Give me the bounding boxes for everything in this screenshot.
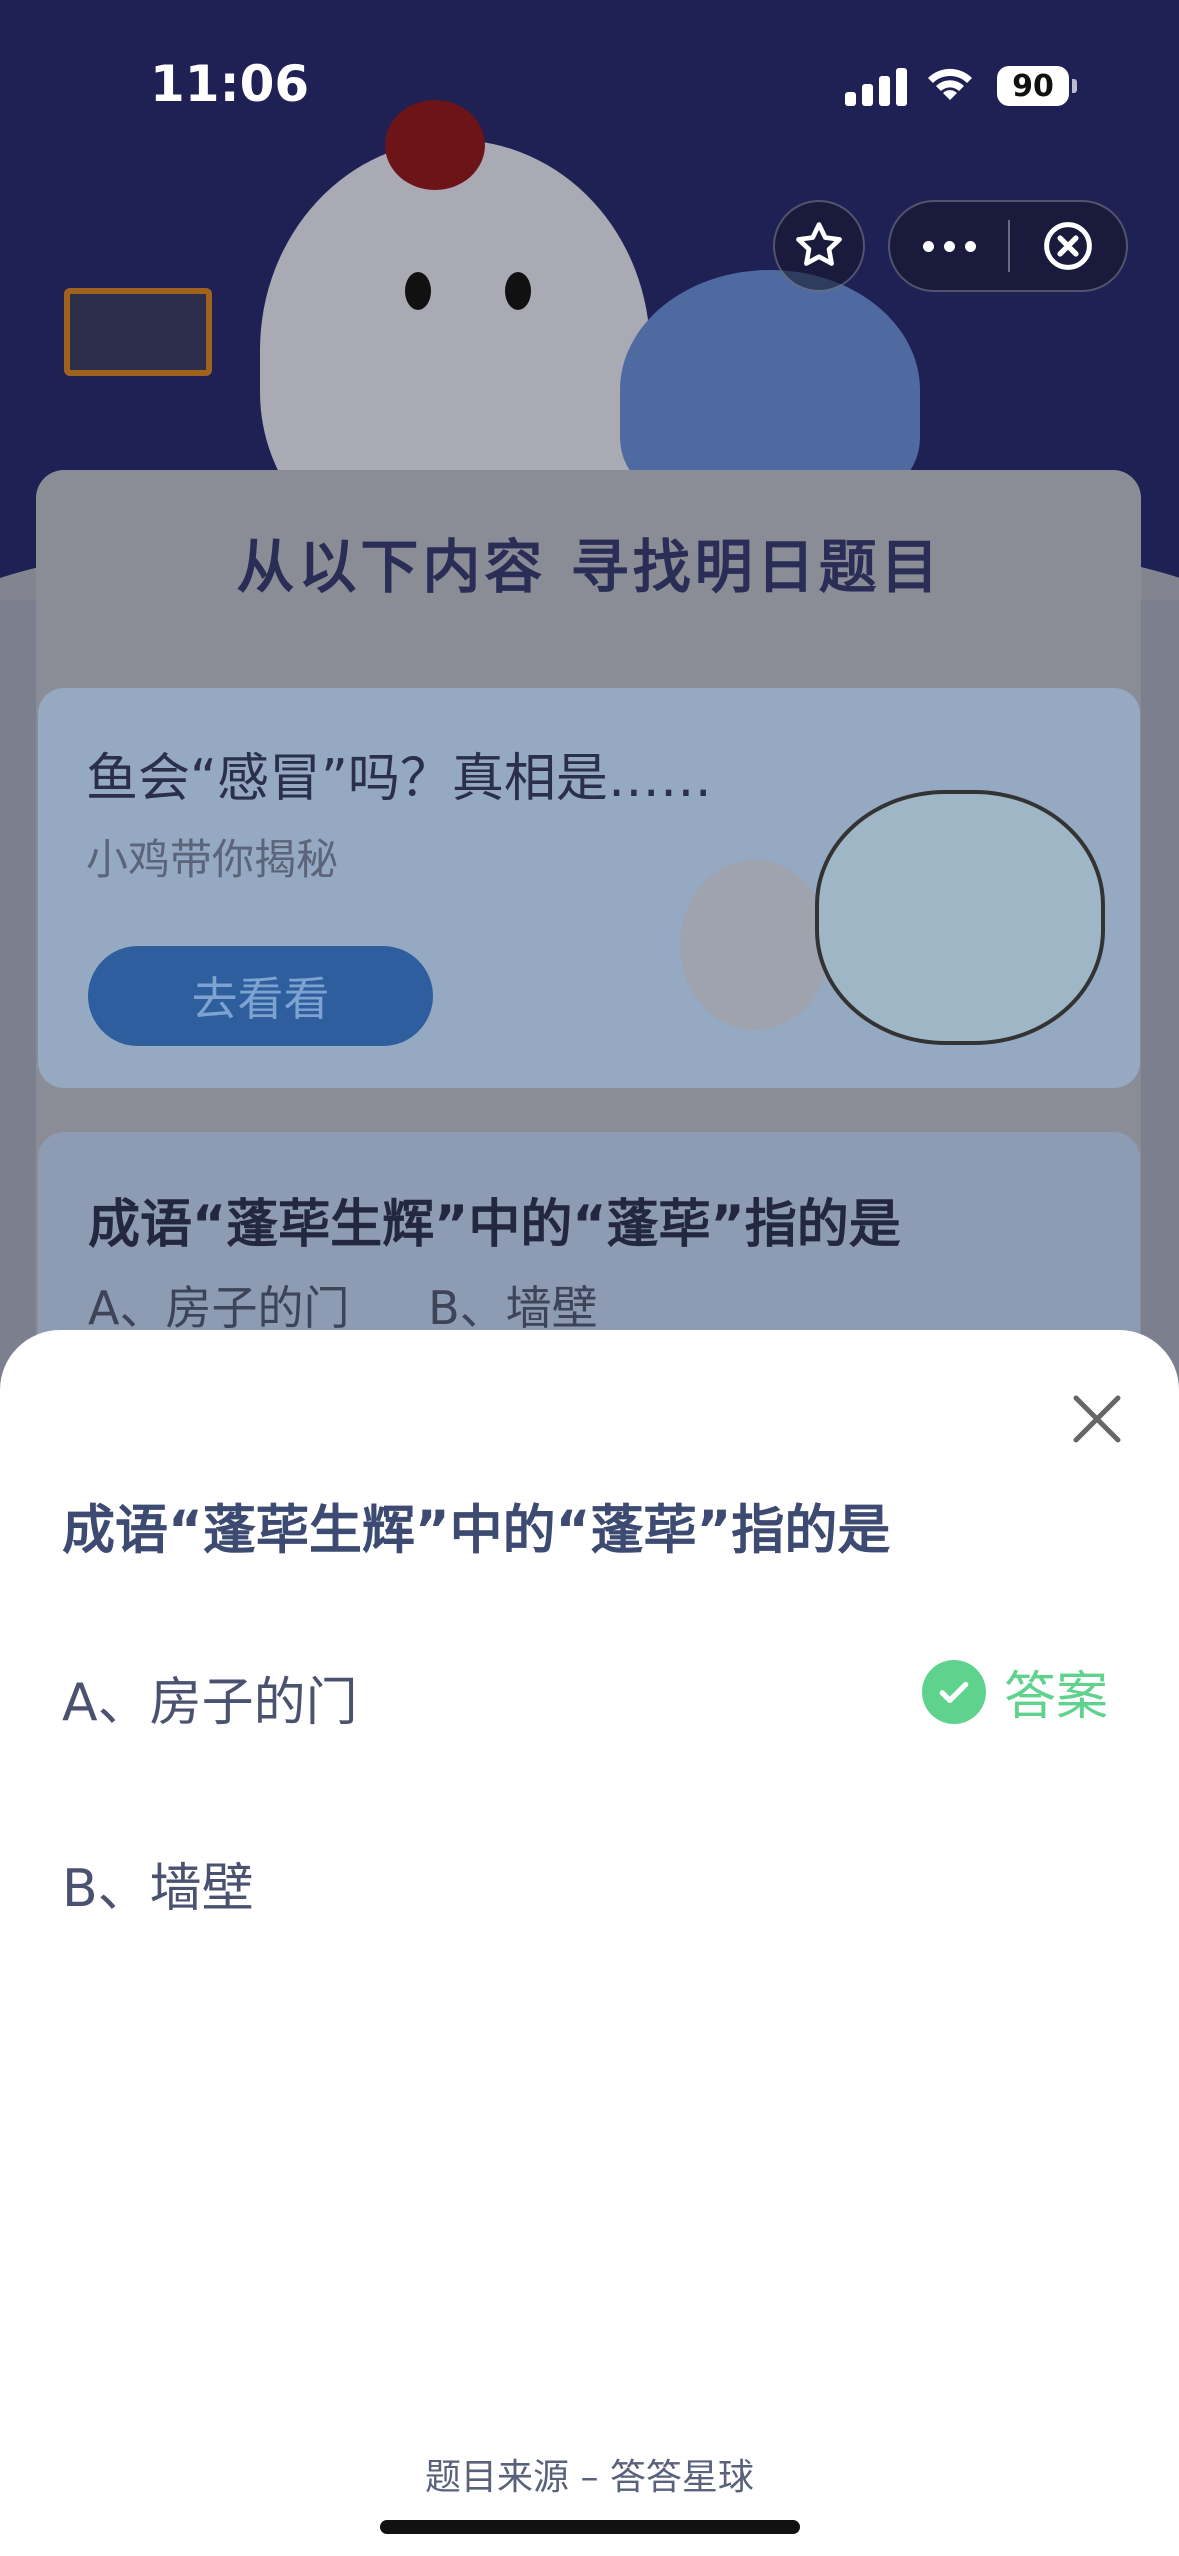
mini-program-capsule: [888, 200, 1128, 292]
signal-icon: [845, 68, 907, 106]
option-a[interactable]: A、房子的门: [62, 1660, 358, 1735]
status-time: 11:06: [150, 55, 310, 113]
quiz-card-question: 成语“蓬荜生辉”中的“蓬荜”指的是: [88, 1195, 901, 1255]
favorite-button[interactable]: [773, 200, 865, 292]
question-source: 题目来源 – 答答星球: [425, 2457, 754, 2498]
check-icon: [922, 1659, 986, 1724]
section-heading: 从以下内容 寻找明日题目: [236, 533, 943, 601]
quiz-card-option-a: A、房子的门: [88, 1281, 350, 1335]
answer-badge: 答案: [922, 1654, 1108, 1729]
status-bar: 11:06 90: [0, 0, 1179, 170]
option-b[interactable]: B、墙壁: [62, 1846, 254, 1921]
star-icon: [796, 222, 842, 266]
wifi-icon: [924, 64, 976, 108]
quiz-card-options: A、房子的门 B、墙壁: [88, 1272, 662, 1338]
chicken-eye: [405, 272, 431, 310]
answer-label: 答案: [1004, 1667, 1109, 1727]
view-article-button[interactable]: 去看看: [88, 946, 433, 1046]
answer-sheet: 成语“蓬荜生辉”中的“蓬荜”指的是 A、房子的门 答案 B、墙壁 题目来源 – …: [0, 1330, 1179, 2556]
more-icon: [922, 240, 934, 252]
more-button[interactable]: [890, 202, 1008, 290]
quiz-card-option-b: B、墙壁: [428, 1281, 598, 1335]
battery-indicator: 90: [997, 66, 1077, 106]
article-subtitle: 小鸡带你揭秘: [86, 835, 339, 884]
article-title: 鱼会“感冒”吗？真相是……: [86, 749, 712, 809]
chicken-eye: [505, 272, 531, 310]
exit-button[interactable]: [1010, 219, 1126, 273]
close-icon: [1073, 1395, 1121, 1443]
close-circle-icon: [1044, 222, 1092, 270]
fishbowl-illustration: [815, 790, 1105, 1045]
question-title: 成语“蓬荜生辉”中的“蓬荜”指的是: [62, 1500, 891, 1561]
home-indicator: [380, 2520, 800, 2534]
medal-board-illustration: [64, 288, 212, 376]
close-sheet-button[interactable]: [1062, 1384, 1132, 1454]
small-chicken-illustration: [680, 860, 830, 1030]
